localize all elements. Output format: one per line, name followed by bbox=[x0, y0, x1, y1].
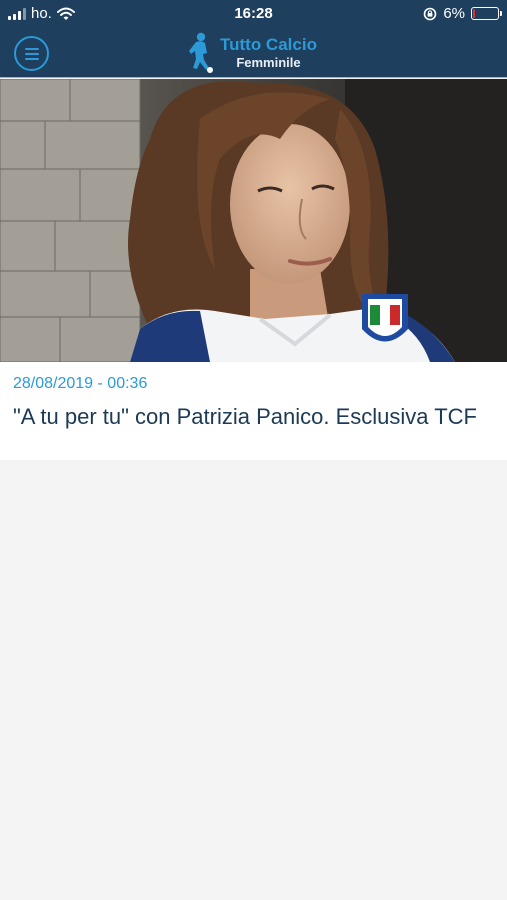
logo-text: Tutto Calcio Femminile bbox=[220, 35, 317, 71]
hamburger-menu-icon[interactable] bbox=[14, 36, 49, 71]
battery-percent: 6% bbox=[443, 5, 465, 22]
orientation-lock-icon bbox=[424, 7, 437, 20]
logo-subtitle: Femminile bbox=[236, 55, 301, 70]
article-photo bbox=[0, 79, 507, 362]
battery-level bbox=[473, 9, 475, 18]
status-bar: ho. 16:28 6% bbox=[0, 0, 507, 28]
article-image[interactable] bbox=[0, 79, 507, 362]
footballer-logo-icon bbox=[189, 32, 213, 73]
status-right: 6% bbox=[423, 5, 502, 22]
battery-icon bbox=[471, 7, 502, 20]
article-title[interactable]: "A tu per tu" con Patrizia Panico. Esclu… bbox=[13, 403, 477, 431]
article-card[interactable]: 28/08/2019 - 00:36 "A tu per tu" con Pat… bbox=[0, 79, 507, 460]
app-header: Tutto Calcio Femminile bbox=[0, 28, 507, 78]
app-logo[interactable]: Tutto Calcio Femminile bbox=[184, 32, 317, 74]
logo-title: Tutto Calcio bbox=[220, 35, 317, 54]
article-date: 28/08/2019 - 00:36 bbox=[13, 375, 148, 392]
